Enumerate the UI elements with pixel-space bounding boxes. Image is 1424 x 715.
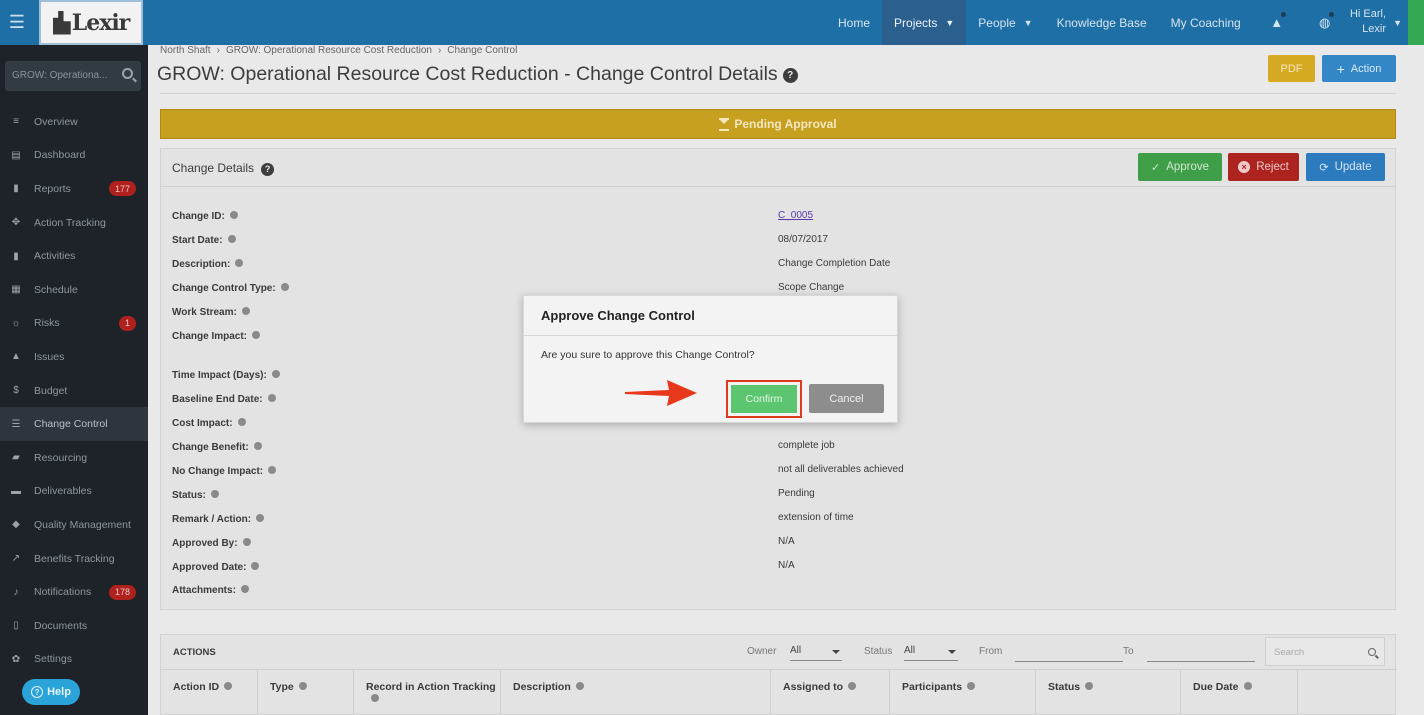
cancel-button[interactable]: Cancel <box>809 384 884 413</box>
confirm-button[interactable]: Confirm <box>731 385 797 413</box>
pointer-arrow-icon <box>625 380 697 406</box>
dialog-title: Approve Change Control <box>524 296 897 336</box>
dialog-message: Are you sure to approve this Change Cont… <box>541 349 755 361</box>
confirm-highlight: Confirm <box>726 380 802 418</box>
approve-dialog: Approve Change Control Are you sure to a… <box>523 295 898 423</box>
